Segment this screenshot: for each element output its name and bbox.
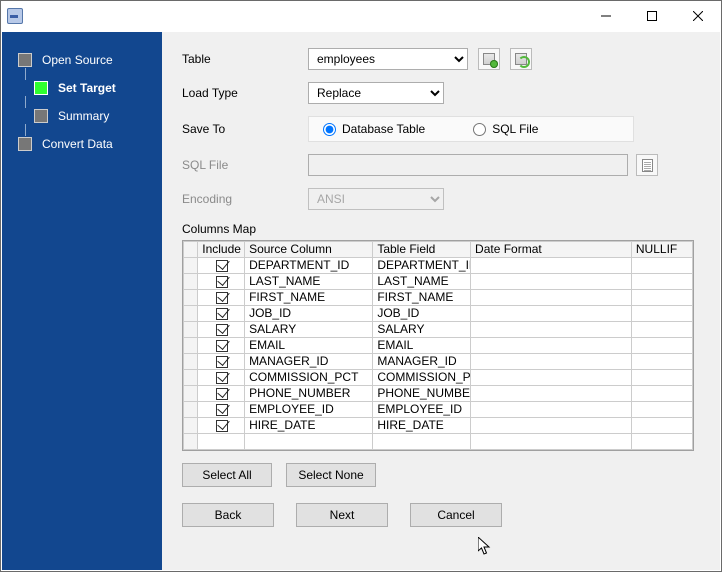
target-cell[interactable]: EMAIL (373, 338, 471, 354)
cancel-button[interactable]: Cancel (410, 503, 502, 527)
include-checkbox[interactable] (216, 308, 228, 320)
table-row[interactable]: EMAILEMAIL (184, 338, 693, 354)
table-row[interactable]: SALARYSALARY (184, 322, 693, 338)
source-cell[interactable]: DEPARTMENT_ID (245, 258, 373, 274)
table-select[interactable]: employees (308, 48, 468, 70)
include-checkbox[interactable] (216, 372, 228, 384)
target-cell[interactable]: SALARY (373, 322, 471, 338)
include-checkbox[interactable] (216, 388, 228, 400)
step-set-target[interactable]: Set Target (2, 74, 162, 102)
add-table-icon[interactable] (478, 48, 500, 70)
col-date[interactable]: Date Format (471, 242, 632, 258)
step-summary[interactable]: Summary (2, 102, 162, 130)
select-all-button[interactable]: Select All (182, 463, 272, 487)
step-label: Convert Data (42, 137, 113, 151)
table-row[interactable]: DEPARTMENT_IDDEPARTMENT_ID (184, 258, 693, 274)
main-panel: Table employees Load Type Replace Save T… (162, 32, 720, 570)
target-cell[interactable]: EMPLOYEE_ID (373, 402, 471, 418)
table-row[interactable]: PHONE_NUMBERPHONE_NUMBER (184, 386, 693, 402)
close-button[interactable] (675, 1, 721, 31)
col-include[interactable]: Include (198, 242, 245, 258)
source-cell[interactable]: JOB_ID (245, 306, 373, 322)
step-label: Set Target (58, 81, 116, 95)
mouse-cursor-icon (478, 537, 492, 557)
sqlfile-input (308, 154, 628, 176)
col-target[interactable]: Table Field (373, 242, 471, 258)
step-label: Open Source (42, 53, 113, 67)
target-cell[interactable]: PHONE_NUMBER (373, 386, 471, 402)
saveto-group: Database Table SQL File (308, 116, 634, 142)
include-checkbox[interactable] (216, 324, 228, 336)
step-open-source[interactable]: Open Source (2, 46, 162, 74)
source-cell[interactable]: MANAGER_ID (245, 354, 373, 370)
source-cell[interactable]: EMAIL (245, 338, 373, 354)
table-row[interactable]: HIRE_DATEHIRE_DATE (184, 418, 693, 434)
step-convert-data[interactable]: Convert Data (2, 130, 162, 158)
titlebar (1, 1, 721, 31)
wizard-window: Open Source Set Target Summary Convert D… (0, 0, 722, 572)
source-cell[interactable]: COMMISSION_PCT (245, 370, 373, 386)
table-label: Table (182, 52, 308, 66)
source-cell[interactable]: EMPLOYEE_ID (245, 402, 373, 418)
table-row[interactable]: COMMISSION_PCTCOMMISSION_PC (184, 370, 693, 386)
table-row[interactable]: MANAGER_IDMANAGER_ID (184, 354, 693, 370)
include-checkbox[interactable] (216, 340, 228, 352)
col-source[interactable]: Source Column (245, 242, 373, 258)
source-cell[interactable]: FIRST_NAME (245, 290, 373, 306)
target-cell[interactable]: LAST_NAME (373, 274, 471, 290)
loadtype-select[interactable]: Replace (308, 82, 444, 104)
source-cell[interactable]: HIRE_DATE (245, 418, 373, 434)
include-checkbox[interactable] (216, 260, 228, 272)
table-row[interactable]: LAST_NAMELAST_NAME (184, 274, 693, 290)
target-cell[interactable]: FIRST_NAME (373, 290, 471, 306)
encoding-label: Encoding (182, 192, 308, 206)
next-button[interactable]: Next (296, 503, 388, 527)
minimize-button[interactable] (583, 1, 629, 31)
target-cell[interactable]: DEPARTMENT_ID (373, 258, 471, 274)
include-checkbox[interactable] (216, 356, 228, 368)
include-checkbox[interactable] (216, 420, 228, 432)
maximize-button[interactable] (629, 1, 675, 31)
columns-map-label: Columns Map (182, 222, 700, 236)
saveto-sql-radio[interactable]: SQL File (473, 122, 538, 136)
encoding-select: ANSI (308, 188, 444, 210)
table-row[interactable]: FIRST_NAMEFIRST_NAME (184, 290, 693, 306)
saveto-db-radio[interactable]: Database Table (323, 122, 425, 136)
source-cell[interactable]: SALARY (245, 322, 373, 338)
target-cell[interactable]: JOB_ID (373, 306, 471, 322)
wizard-sidebar: Open Source Set Target Summary Convert D… (2, 32, 162, 570)
target-cell[interactable]: MANAGER_ID (373, 354, 471, 370)
include-checkbox[interactable] (216, 404, 228, 416)
source-cell[interactable]: PHONE_NUMBER (245, 386, 373, 402)
columns-grid[interactable]: Include Source Column Table Field Date F… (182, 240, 694, 451)
saveto-label: Save To (182, 122, 308, 136)
back-button[interactable]: Back (182, 503, 274, 527)
reload-icon[interactable] (510, 48, 532, 70)
browse-file-icon[interactable] (636, 154, 658, 176)
col-nullif[interactable]: NULLIF (631, 242, 692, 258)
table-row[interactable]: EMPLOYEE_IDEMPLOYEE_ID (184, 402, 693, 418)
include-checkbox[interactable] (216, 292, 228, 304)
target-cell[interactable]: HIRE_DATE (373, 418, 471, 434)
source-cell[interactable]: LAST_NAME (245, 274, 373, 290)
select-none-button[interactable]: Select None (286, 463, 376, 487)
app-icon (7, 8, 23, 24)
step-label: Summary (58, 109, 109, 123)
include-checkbox[interactable] (216, 276, 228, 288)
loadtype-label: Load Type (182, 86, 308, 100)
sqlfile-label: SQL File (182, 158, 308, 172)
table-row[interactable]: JOB_IDJOB_ID (184, 306, 693, 322)
target-cell[interactable]: COMMISSION_PC (373, 370, 471, 386)
